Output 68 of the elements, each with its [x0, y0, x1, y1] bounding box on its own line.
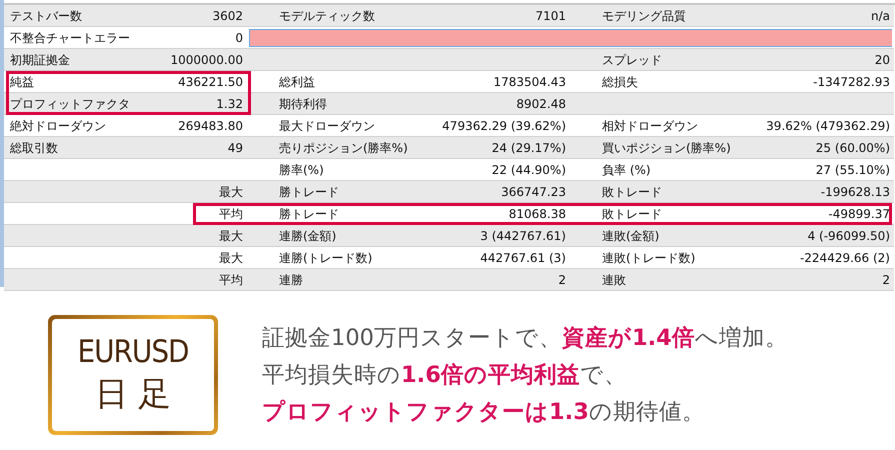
table-cell-text: 436221.50 — [177, 74, 244, 91]
table-cell-text: 初期証拠金 — [9, 52, 71, 68]
table-cell-text: 総損失 — [601, 74, 639, 90]
table-cell-text: 総利益 — [278, 74, 316, 90]
table-cell-text: 366747.23 — [500, 184, 567, 201]
table-cell-text: -199628.13 — [820, 184, 891, 201]
table-cell-text: 連勝(トレード数) — [278, 250, 374, 266]
table-cell-text: 1000000.00 — [169, 52, 244, 69]
table-cell-text: 相対ドローダウン — [601, 118, 699, 134]
table-cell-text: 純益 — [9, 74, 35, 90]
table-cell-text: 最大 — [218, 228, 244, 244]
table-cell-text: -49899.37 — [827, 206, 891, 223]
table-cell-text: 1783504.43 — [492, 74, 567, 91]
table-cell-text: 最大 — [218, 250, 244, 266]
table-cell-text: 20 — [874, 52, 891, 69]
table-cell-text: 連敗 — [601, 272, 627, 288]
table-cell-text: 勝トレード — [278, 184, 340, 200]
table-cell-text: 479362.29 (39.62%) — [441, 118, 567, 135]
table-cell-text: 8902.48 — [515, 96, 567, 113]
table-cell-text: 売りポジション(勝率%) — [278, 140, 409, 156]
table-cell-text: 総取引数 — [9, 140, 59, 156]
table-cell-text: 2 — [881, 272, 891, 289]
table-cell-text: 2 — [557, 272, 567, 289]
table-cell-text: 連敗(金額) — [601, 228, 660, 244]
table-cell-text: 49 — [226, 140, 244, 157]
table-cell-text: 絶対ドローダウン — [9, 118, 107, 134]
table-cell-text: 22 (44.90%) — [490, 162, 567, 179]
table-cell-text: 3602 — [211, 8, 244, 25]
table-cell-text: 39.62% (479362.29) — [765, 118, 891, 135]
table-cell-text: 買いポジション(勝率%) — [601, 140, 732, 156]
table-cell-text: 平均 — [218, 206, 244, 222]
table-cell-text: モデルティック数 — [278, 8, 376, 24]
table-cell-text: 敗トレード — [601, 206, 663, 222]
badge-text: 日 足 — [94, 372, 172, 414]
table-cell-text: -1347282.93 — [812, 74, 891, 91]
table-cell-text: 勝率(%) — [278, 162, 325, 178]
table-cell-text: 25 (60.00%) — [814, 140, 891, 157]
table-cell-text: 勝トレード — [278, 206, 340, 222]
table-cell-text: 7101 — [534, 8, 567, 25]
table-cell-text: 期待利得 — [278, 96, 328, 112]
table-cell-text: 連勝 — [278, 272, 304, 288]
table-cell-text: 1.32 — [215, 96, 244, 113]
table-cell-text: スプレッド — [601, 52, 663, 68]
table-cell-text: 敗トレード — [601, 184, 663, 200]
caption-line: 平均損失時の1.6倍の平均利益で、 — [262, 361, 628, 390]
table-cell-text: 連敗(トレード数) — [601, 250, 696, 266]
table-cell-text: 最大 — [218, 184, 244, 200]
table-cell-text: プロフィットファクタ — [9, 96, 131, 112]
table-cell-text: n/a — [870, 8, 891, 25]
table-cell-text: 不整合チャートエラー — [9, 30, 131, 46]
table-cell-text: 負率 (%) — [601, 162, 652, 178]
table-cell-text: 27 (55.10%) — [814, 162, 891, 179]
table-cell-text: 0 — [234, 30, 244, 47]
table-cell-text: 3 (442767.61) — [479, 228, 567, 245]
table-cell-text: 最大ドローダウン — [278, 118, 376, 134]
caption-line: プロフィットファクターは1.3の期待値。 — [262, 398, 706, 427]
table-cell-text: -224429.66 (2) — [798, 250, 891, 267]
table-cell-text: テストバー数 — [9, 8, 83, 24]
caption-line: 証拠金100万円スタートで、資産が1.4倍へ増加。 — [262, 324, 788, 353]
table-cell-text: 269483.80 — [177, 118, 244, 135]
table-cell-text: 4 (-96099.50) — [806, 228, 891, 245]
badge-text: EURUSD — [77, 334, 189, 370]
table-cell-text: 442767.61 (3) — [479, 250, 567, 267]
table-cell-text: モデリング品質 — [601, 8, 687, 24]
table-cell-text: 連勝(金額) — [278, 228, 338, 244]
table-cell-text: 81068.38 — [508, 206, 567, 223]
table-cell-text: 24 (29.17%) — [490, 140, 567, 157]
table-cell-text: 平均 — [218, 272, 244, 288]
